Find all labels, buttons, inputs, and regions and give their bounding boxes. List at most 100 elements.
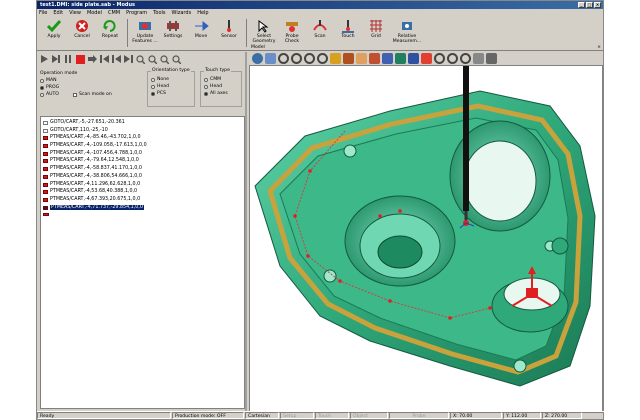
- zoom-window-icon[interactable]: [171, 54, 181, 64]
- repeat-button[interactable]: Repeat: [96, 19, 124, 39]
- search-view-icon[interactable]: [434, 52, 445, 64]
- zoom-in-view-icon[interactable]: [291, 52, 302, 64]
- program-list[interactable]: GOTO/CART,-5,-27.651,-20.361 GOTO/CART,1…: [40, 116, 245, 409]
- zoom-out-icon[interactable]: [147, 54, 157, 64]
- program-line[interactable]: GOTO/CART,110,-25,-10: [41, 127, 244, 135]
- touch-all-axes-radio[interactable]: All axes: [204, 90, 241, 97]
- touch-button[interactable]: Touch: [334, 19, 362, 39]
- scan-button[interactable]: Scan: [306, 19, 334, 39]
- menu-tools[interactable]: Tools: [153, 10, 165, 16]
- orientation-pcs-radio[interactable]: PCS: [151, 90, 194, 97]
- cancel-view-icon[interactable]: [330, 52, 341, 64]
- program-end-line[interactable]: [41, 211, 244, 219]
- menu-view[interactable]: View: [69, 10, 81, 16]
- minimize-button[interactable]: _: [578, 2, 585, 8]
- skip-back-icon[interactable]: [111, 54, 121, 64]
- status-object: Object: [350, 412, 388, 419]
- wireframe-icon[interactable]: [369, 52, 380, 64]
- menu-bar: File Edit View Model CMM Program Tools W…: [37, 9, 603, 17]
- program-panel: Operation mode MAN PROG AUTO Scan mode on…: [37, 52, 247, 413]
- touch-type-group: Touch type CMM Head All axes: [200, 68, 242, 107]
- menu-help[interactable]: Help: [197, 10, 208, 16]
- part-model: [254, 66, 596, 387]
- menu-edit[interactable]: Edit: [53, 10, 63, 16]
- step-icon[interactable]: [51, 54, 61, 64]
- rotate-icon[interactable]: [252, 52, 263, 64]
- cancel-button[interactable]: Cancel: [68, 19, 96, 39]
- zoom-in-icon[interactable]: [135, 54, 145, 64]
- shaded-icon[interactable]: [382, 52, 393, 64]
- solid-icon[interactable]: [395, 52, 406, 64]
- skip-start-icon[interactable]: [99, 54, 109, 64]
- goto-icon: [43, 121, 48, 125]
- touch-head-radio[interactable]: Head: [204, 83, 241, 90]
- window-title: test1.DMI: side plate.sab - Modus: [40, 2, 136, 8]
- menu-cmm[interactable]: CMM: [108, 10, 120, 16]
- program-line[interactable]: PTMEAS/CART,-4,53.68,40.388,1,0,0: [41, 188, 244, 196]
- zoom-fit-icon[interactable]: [317, 52, 328, 64]
- scan-icon: [313, 20, 327, 31]
- select-geometry-button[interactable]: Select Geometry: [250, 19, 278, 44]
- section-view-icon[interactable]: [343, 52, 354, 64]
- grid-button[interactable]: Grid: [362, 19, 390, 39]
- settings-view-icon[interactable]: [486, 52, 497, 64]
- search-view-icon[interactable]: [460, 52, 471, 64]
- model-panel-close-icon[interactable]: ×: [597, 45, 601, 51]
- axes-icon[interactable]: [356, 52, 367, 64]
- status-y-coord: Y: 112.00: [503, 412, 541, 419]
- update-features-icon: [139, 22, 151, 30]
- probe-check-button[interactable]: Probe Check: [278, 19, 306, 44]
- menu-model[interactable]: Model: [87, 10, 102, 16]
- program-line[interactable]: PTMEAS/CART,-4,-85.46,-43.702,1,0,0: [41, 134, 244, 142]
- menu-file[interactable]: File: [39, 10, 47, 16]
- scan-mode-checkbox[interactable]: [72, 92, 77, 97]
- stop-icon[interactable]: [75, 54, 85, 64]
- settings-button[interactable]: Settings: [159, 19, 187, 39]
- model-viewport[interactable]: [249, 65, 603, 413]
- touch-cmm-radio[interactable]: CMM: [204, 76, 241, 83]
- program-line[interactable]: PTMEAS/CART,-4,-79.64,12.548,1,0,0: [41, 157, 244, 165]
- mode-auto-radio[interactable]: AUTO Scan mode on: [40, 91, 138, 98]
- point-measure-icon: [43, 197, 48, 202]
- program-line[interactable]: GOTO/CART,-5,-27.651,-20.361: [41, 119, 244, 127]
- move-icon: [195, 20, 209, 32]
- menu-program[interactable]: Program: [126, 10, 147, 16]
- program-line-selected[interactable]: PTMEAS/CART,-4,71.737,-29.854,1,0,0: [41, 204, 244, 212]
- zoom-out-view-icon[interactable]: [304, 52, 315, 64]
- program-line[interactable]: PTMEAS/CART,-4,67.393,20.675,1,0,0: [41, 196, 244, 204]
- sensor-button[interactable]: Sensor: [215, 19, 243, 39]
- mode-man-radio[interactable]: MAN: [40, 77, 138, 84]
- menu-wizards[interactable]: Wizards: [172, 10, 192, 16]
- play-icon[interactable]: [39, 54, 49, 64]
- orientation-head-radio[interactable]: Head: [151, 83, 194, 90]
- program-line[interactable]: PTMEAS/CART,-4,-109.058,-17.613,1,0,0: [41, 142, 244, 150]
- point-measure-icon: [43, 182, 48, 187]
- select-geometry-icon: [258, 20, 269, 33]
- program-line[interactable]: PTMEAS/CART,-4,-58.837,41.170,1,0,0: [41, 165, 244, 173]
- relative-measurement-button[interactable]: Relative Measurem...: [390, 19, 424, 44]
- hand-icon[interactable]: [473, 52, 484, 64]
- skip-end-icon[interactable]: [123, 54, 133, 64]
- forward-icon[interactable]: [87, 54, 97, 64]
- touch-icon: [342, 20, 354, 33]
- measure-icon[interactable]: [421, 52, 432, 64]
- update-features-button[interactable]: Update Features ...: [131, 19, 159, 44]
- fit-icon[interactable]: [159, 54, 169, 64]
- pause-icon[interactable]: [63, 54, 73, 64]
- check-icon: [46, 20, 62, 33]
- move-button[interactable]: Move: [187, 19, 215, 39]
- search-view-icon[interactable]: [447, 52, 458, 64]
- program-line[interactable]: PTMEAS/CART,-4,11.296,62.628,1,0,0: [41, 181, 244, 189]
- view-cube-icon[interactable]: [408, 52, 419, 64]
- model-panel-title: Model: [251, 45, 265, 50]
- program-line[interactable]: PTMEAS/CART,-4,-107.456,4.788,1,0,0: [41, 150, 244, 158]
- point-measure-icon: [43, 151, 48, 156]
- program-line[interactable]: PTMEAS/CART,-4,-38.806,54.666,1,0,0: [41, 173, 244, 181]
- mode-prog-radio[interactable]: PROG: [40, 84, 138, 91]
- orientation-none-radio[interactable]: None: [151, 76, 194, 83]
- apply-button[interactable]: Apply: [40, 19, 68, 39]
- maximize-button[interactable]: □: [586, 2, 593, 8]
- zoom-icon[interactable]: [278, 52, 289, 64]
- pan-icon[interactable]: [265, 52, 276, 64]
- close-button[interactable]: ×: [594, 2, 601, 8]
